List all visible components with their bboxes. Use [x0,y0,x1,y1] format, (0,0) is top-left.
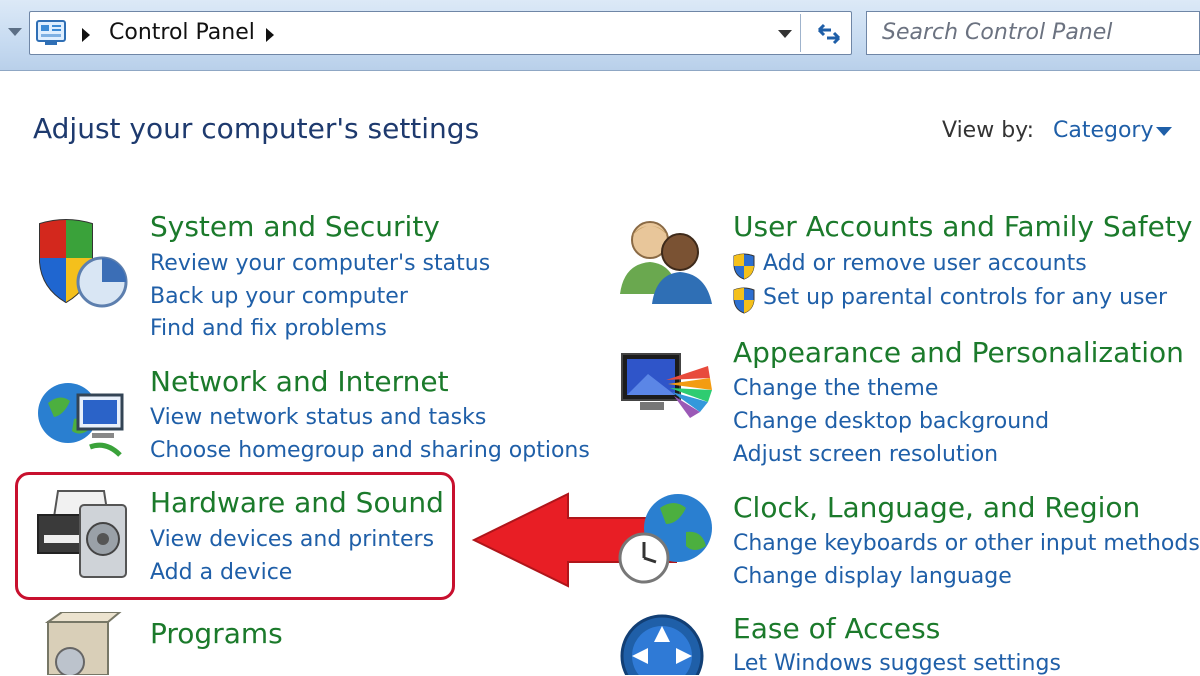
address-history-dropdown-icon[interactable] [778,30,792,38]
ease-of-access-icon[interactable] [618,612,714,675]
windows-suggest-settings-link[interactable]: Let Windows suggest settings [733,651,1061,676]
user-accounts-icon[interactable] [618,212,716,304]
keyboards-input-link[interactable]: Change keyboards or other input methods [733,531,1200,556]
clock-globe-icon[interactable] [616,490,716,585]
programs-box-icon[interactable] [40,612,130,675]
user-accounts-title[interactable]: User Accounts and Family Safety [733,210,1192,243]
network-status-link[interactable]: View network status and tasks [150,405,486,430]
system-security-title[interactable]: System and Security [150,210,440,243]
backup-computer-link[interactable]: Back up your computer [150,284,408,309]
find-fix-problems-link[interactable]: Find and fix problems [150,316,387,341]
appearance-monitor-icon[interactable] [618,350,718,432]
address-bar[interactable]: Control Panel [29,11,852,55]
change-theme-link[interactable]: Change the theme [733,376,938,401]
network-internet-title[interactable]: Network and Internet [150,365,449,398]
refresh-icon[interactable] [813,18,845,50]
appearance-personalization-title[interactable]: Appearance and Personalization [733,336,1184,369]
parental-controls-link[interactable]: Set up parental controls for any user [763,285,1167,310]
display-language-link[interactable]: Change display language [733,564,1012,589]
search-input[interactable]: Search Control Panel [866,11,1200,55]
uac-shield-icon [733,287,755,314]
recent-pages-arrow-icon[interactable] [8,28,22,36]
control-panel-icon [36,20,66,45]
view-by-chevron-down-icon[interactable] [1156,127,1172,136]
review-status-link[interactable]: Review your computer's status [150,251,490,276]
view-by-dropdown[interactable]: Category [1053,118,1154,143]
screen-resolution-link[interactable]: Adjust screen resolution [733,442,998,467]
hardware-sound-highlight-box [15,472,455,600]
system-security-shield-icon[interactable] [32,210,132,310]
breadcrumb-expand-icon[interactable] [266,28,274,42]
view-by-label: View by: [942,118,1034,143]
uac-shield-icon [733,253,755,280]
clock-language-region-title[interactable]: Clock, Language, and Region [733,491,1140,524]
add-remove-accounts-link[interactable]: Add or remove user accounts [763,251,1087,276]
programs-title[interactable]: Programs [150,617,283,650]
address-divider [800,14,801,52]
ease-of-access-title[interactable]: Ease of Access [733,612,940,645]
desktop-background-link[interactable]: Change desktop background [733,409,1049,434]
breadcrumb-control-panel[interactable]: Control Panel [109,20,255,45]
homegroup-sharing-link[interactable]: Choose homegroup and sharing options [150,438,590,463]
search-placeholder[interactable]: Search Control Panel [882,20,1112,45]
address-toolbar: Control Panel Search Control Panel [0,0,1200,71]
page-title: Adjust your computer's settings [33,112,480,145]
breadcrumb-separator-icon[interactable] [82,28,90,42]
network-globe-icon[interactable] [34,375,134,465]
